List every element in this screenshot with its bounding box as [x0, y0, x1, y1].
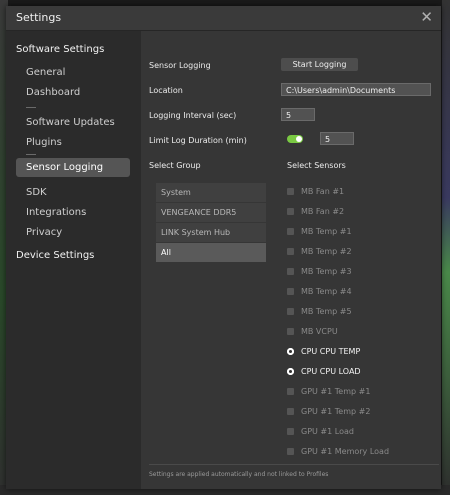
logging-interval-field[interactable]: 5	[281, 108, 315, 121]
radio-checked-icon	[287, 348, 294, 355]
close-icon[interactable]: ✕	[420, 8, 433, 26]
checkbox-icon	[287, 388, 294, 395]
checkbox-icon	[287, 408, 294, 415]
sidebar-item-privacy[interactable]: Privacy	[26, 227, 62, 238]
checkbox-icon	[287, 248, 294, 255]
sidebar-separator	[26, 154, 36, 155]
group-item-all[interactable]: All	[156, 243, 266, 262]
sidebar-item-plugins[interactable]: Plugins	[26, 137, 62, 148]
sensor-logging-panel: Sensor Logging Start Logging Location C:…	[141, 31, 441, 489]
sensor-label: CPU CPU TEMP	[301, 347, 361, 356]
sensor-label: GPU #1 Temp #2	[301, 407, 371, 416]
sidebar-item-sensor-logging[interactable]: Sensor Logging	[16, 158, 130, 177]
checkbox-icon	[287, 428, 294, 435]
sensor-checkbox-item[interactable]: MB Temp #1	[287, 227, 352, 236]
group-item-link-system-hub[interactable]: LINK System Hub	[156, 223, 266, 242]
sensor-label: CPU CPU LOAD	[301, 367, 361, 376]
settings-dialog: Settings ✕ Software Settings General Das…	[6, 6, 441, 489]
sensor-label: MB Fan #1	[301, 187, 345, 196]
sensor-checkbox-item[interactable]: GPU #1 Temp #1	[287, 387, 370, 396]
sensor-label: MB VCPU	[301, 327, 338, 336]
sensor-label: MB Temp #5	[301, 307, 352, 316]
footer-note: Settings are applied automatically and n…	[149, 471, 329, 478]
software-settings-header[interactable]: Software Settings	[16, 44, 104, 55]
sensor-label: MB Temp #3	[301, 267, 352, 276]
sensor-checkbox-item[interactable]: CPU CPU LOAD	[287, 367, 361, 376]
checkbox-icon	[287, 308, 294, 315]
start-logging-button[interactable]: Start Logging	[281, 58, 358, 71]
location-field[interactable]: C:\Users\admin\Documents	[281, 83, 431, 96]
sidebar-item-dashboard[interactable]: Dashboard	[26, 87, 80, 98]
settings-sidebar: Software Settings General Dashboard Soft…	[6, 31, 141, 489]
checkbox-icon	[287, 208, 294, 215]
sensor-label: MB Temp #1	[301, 227, 352, 236]
device-settings-header[interactable]: Device Settings	[16, 250, 94, 261]
sensor-label: GPU #1 Temp #1	[301, 387, 371, 396]
sidebar-item-label: Sensor Logging	[26, 162, 104, 173]
sidebar-item-sdk[interactable]: SDK	[26, 187, 47, 198]
sensor-checkbox-item[interactable]: MB Fan #1	[287, 187, 344, 196]
sidebar-item-software-updates[interactable]: Software Updates	[26, 117, 115, 128]
title-bar: Settings ✕	[6, 6, 441, 31]
checkbox-icon	[287, 448, 294, 455]
select-sensors-label: Select Sensors	[287, 161, 346, 170]
sensor-checkbox-item[interactable]: MB VCPU	[287, 327, 338, 336]
select-group-label: Select Group	[149, 161, 201, 170]
limit-duration-toggle[interactable]	[287, 135, 303, 143]
sensor-checkbox-item[interactable]: GPU #1 Temp #2	[287, 407, 370, 416]
checkbox-icon	[287, 188, 294, 195]
sensor-checkbox-item[interactable]: MB Temp #5	[287, 307, 352, 316]
limit-duration-field[interactable]: 5	[320, 132, 354, 145]
location-label: Location	[149, 86, 183, 95]
checkbox-icon	[287, 268, 294, 275]
sensor-checkbox-item[interactable]: GPU #1 Memory Load	[287, 447, 389, 456]
limit-duration-label: Limit Log Duration (min)	[149, 136, 247, 145]
group-item-system[interactable]: System	[156, 183, 266, 202]
toggle-knob	[296, 136, 302, 142]
sensor-label: MB Temp #4	[301, 287, 352, 296]
sensor-checkbox-item[interactable]: CPU CPU TEMP	[287, 347, 360, 356]
group-item-vengeance-ddr5[interactable]: VENGEANCE DDR5	[156, 203, 266, 222]
dialog-title: Settings	[16, 11, 62, 24]
sensor-label: GPU #1 Load	[301, 427, 354, 436]
sensor-label: MB Temp #2	[301, 247, 352, 256]
sidebar-item-general[interactable]: General	[26, 67, 65, 78]
sensor-checkbox-item[interactable]: GPU #1 Load	[287, 427, 354, 436]
sensor-checkbox-item[interactable]: MB Temp #3	[287, 267, 352, 276]
sensor-label: GPU #1 Memory Load	[301, 447, 390, 456]
sensor-logging-label: Sensor Logging	[149, 61, 211, 70]
sensor-checkbox-item[interactable]: MB Temp #4	[287, 287, 352, 296]
footer-divider	[149, 464, 439, 465]
radio-checked-icon	[287, 368, 294, 375]
checkbox-icon	[287, 288, 294, 295]
sensor-label: MB Fan #2	[301, 207, 345, 216]
sidebar-separator	[26, 107, 36, 108]
checkbox-icon	[287, 328, 294, 335]
sidebar-item-integrations[interactable]: Integrations	[26, 207, 86, 218]
sensor-checkbox-item[interactable]: MB Fan #2	[287, 207, 344, 216]
sensor-checkbox-item[interactable]: MB Temp #2	[287, 247, 352, 256]
checkbox-icon	[287, 228, 294, 235]
logging-interval-label: Logging Interval (sec)	[149, 111, 237, 120]
background-app-right	[442, 0, 450, 495]
